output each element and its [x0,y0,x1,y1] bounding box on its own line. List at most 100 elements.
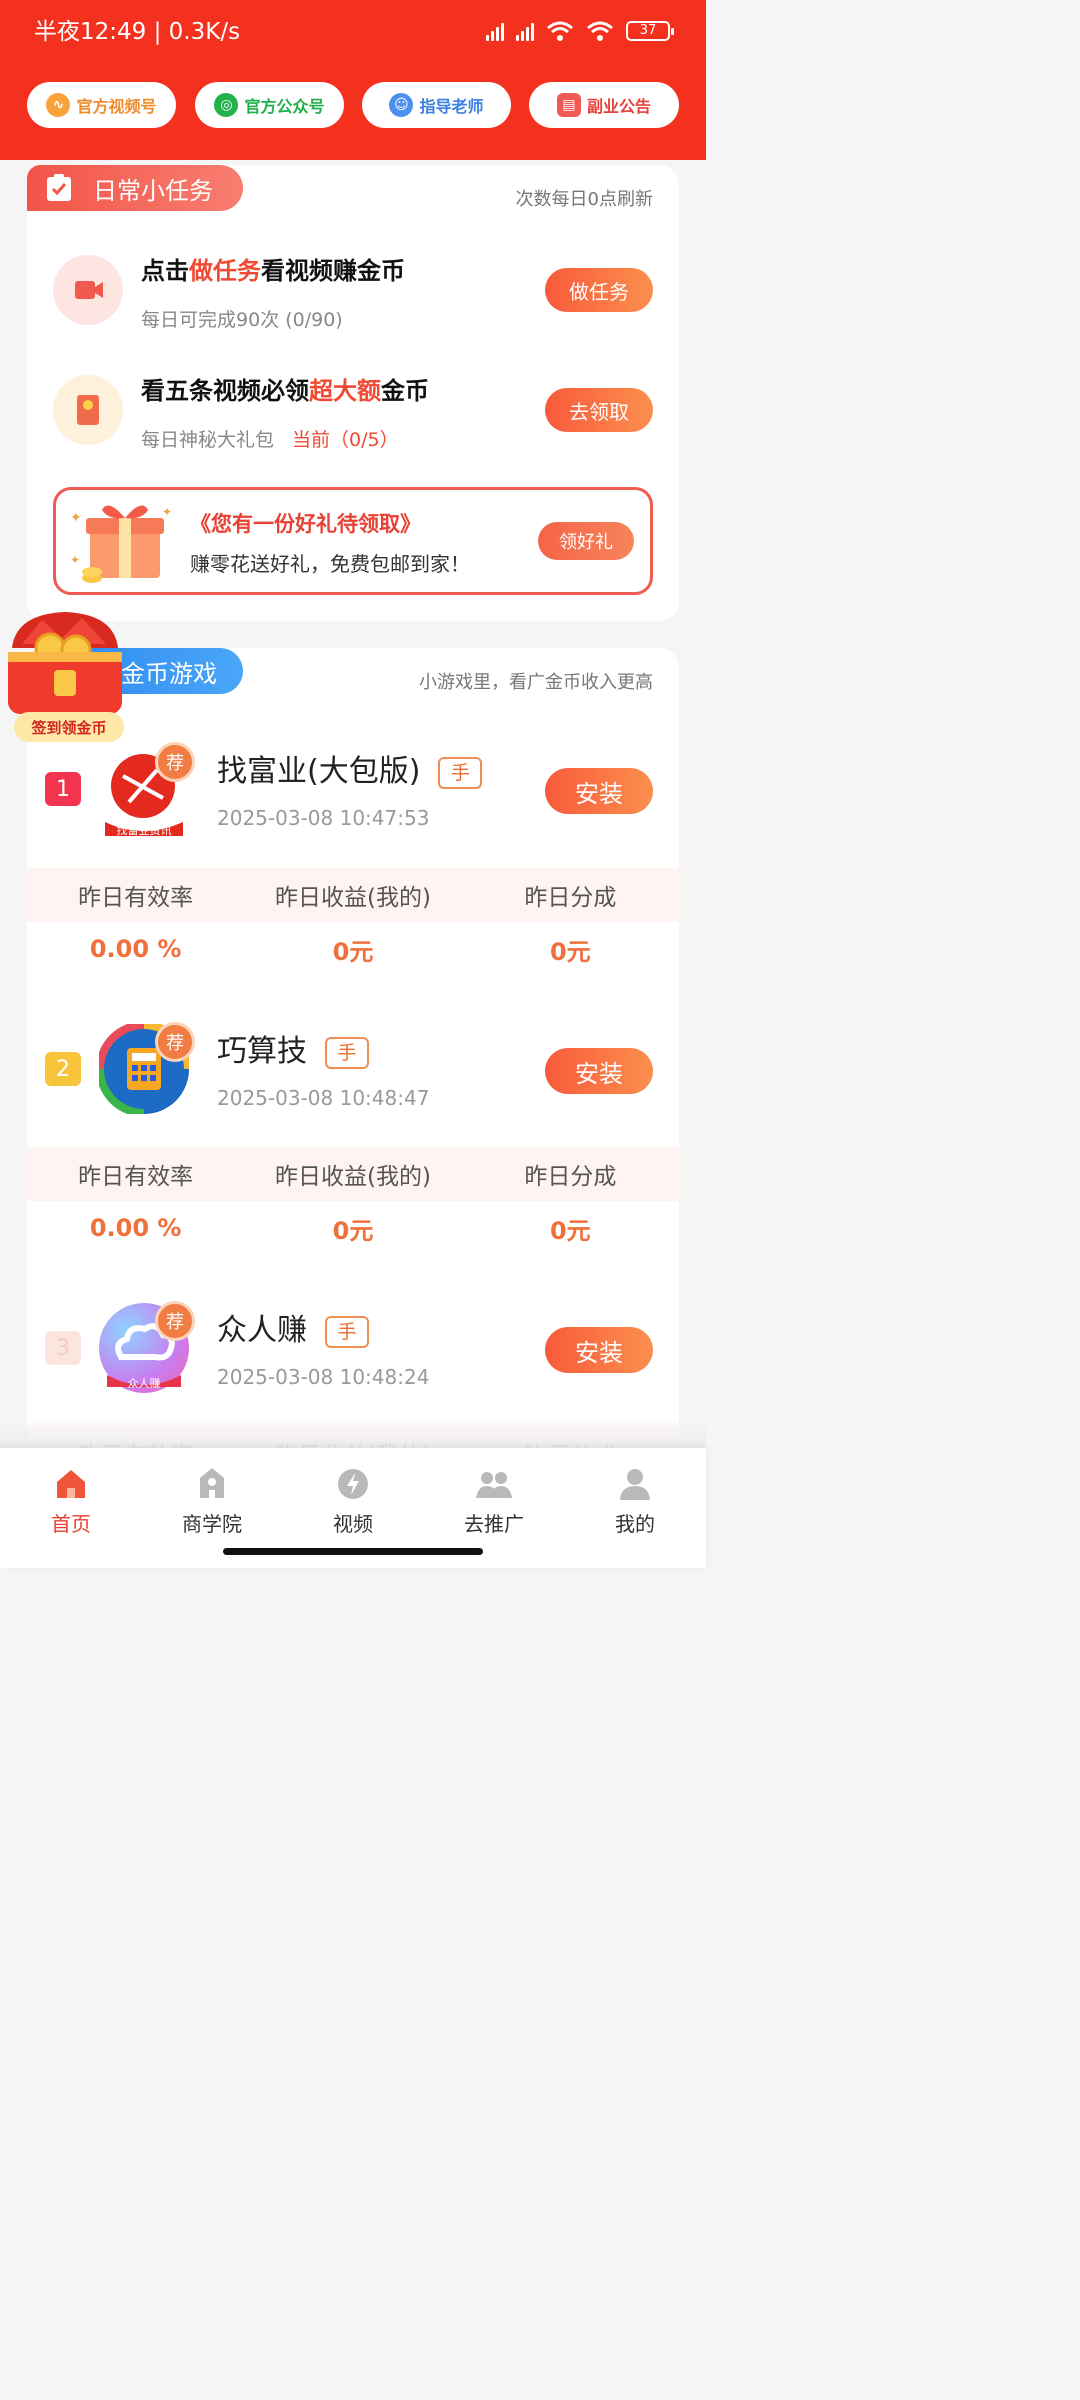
install-button[interactable]: 安装 [545,1327,653,1373]
daily-tasks-tag: 日常小任务 [27,165,243,211]
rank-badge: 3 [45,1331,81,1365]
install-button[interactable]: 安装 [545,768,653,814]
stats-values: 0.00 % 0元 0元 [27,922,679,976]
rank-badge: 1 [45,772,81,806]
tab-home[interactable]: 首页 [21,1466,121,1537]
coin-games-title: 金币游戏 [121,659,217,688]
recommend-badge: 荐 [155,1301,195,1341]
rank-badge: 2 [45,1052,81,1086]
stats-header: 昨日有效率 昨日收益(我的) 昨日分成 [27,868,679,922]
wechat-official-icon: ◎ [214,93,239,117]
stat-label-rate: 昨日有效率 [78,885,194,911]
checkin-label: 签到领金币 [14,712,124,742]
game-item: 2 荐 巧算技手 2025-03-08 10:48:47 安装 [27,1000,679,1148]
task-1-subtitle: 每日可完成90次 (0/90) [141,309,343,331]
do-task-button[interactable]: 做任务 [545,268,653,312]
video-channel-icon: ∿ [46,93,71,117]
stat-label-income: 昨日收益(我的) [275,885,431,911]
tab-school[interactable]: 商学院 [162,1466,262,1537]
game-date: 2025-03-08 10:48:24 [217,1365,430,1389]
task-2-title: 看五条视频必领超大额金币 [141,377,429,405]
stat-share: 0元 [549,1216,591,1245]
coin-games-note: 小游戏里，看广金币收入更高 [419,672,653,693]
stat-label-income: 昨日收益(我的) [275,1164,431,1190]
pill-teacher[interactable]: ☺ 指导老师 [362,82,511,128]
game-name: 找富业(大包版) 手 [217,746,483,790]
tab-label: 视频 [333,1512,373,1536]
pill-announcement[interactable]: ▤ 副业公告 [529,82,679,128]
svg-text:✦: ✦ [162,505,172,519]
task-2-subtitle: 每日神秘大礼包 当前（0/5） [141,429,399,451]
install-button[interactable]: 安装 [545,1048,653,1094]
game-icon-caption: 找富业资讯 [116,824,172,837]
pill-official-account[interactable]: ◎ 官方公众号 [195,82,344,128]
signal-1-icon [486,21,504,41]
game-icon-caption: 众人赚 [127,1377,161,1390]
status-time: 半夜12:49 | 0.3K/s [34,19,241,45]
game-name: 众人赚手 [217,1305,369,1349]
pill-label: 指导老师 [419,97,484,116]
stat-income: 0元 [332,1216,374,1245]
task-1-title: 点击做任务看视频赚金币 [141,257,405,285]
stat-income: 0元 [332,937,374,966]
svg-text:✦: ✦ [70,510,82,526]
tab-video[interactable]: 视频 [303,1466,403,1537]
status-icons: 37 [486,20,674,42]
recommend-badge: 荐 [155,742,195,782]
gift-title: 《您有一份好礼待领取》 [190,512,421,536]
gift-banner[interactable]: ✦ ✦ ✦ 《您有一份好礼待领取》 赚零花送好礼，免费包邮到家！ 领好礼 [53,487,653,595]
signal-2-icon [516,21,534,41]
manual-tag: 手 [325,1315,369,1348]
game-item: 3 众人赚 荐 众人赚手 2025-03-08 10:48:24 安装 [27,1279,679,1427]
gift-box-icon: ✦ ✦ ✦ [70,505,172,583]
daily-tasks-card: 日常小任务 次数每日0点刷新 点击做任务看视频赚金币 每日可完成90次 (0/9… [27,165,679,621]
claim-gift-button[interactable]: 领好礼 [538,522,634,560]
recommend-badge: 荐 [155,1022,195,1062]
pill-label: 副业公告 [586,97,651,116]
daily-tasks-note: 次数每日0点刷新 [515,189,653,210]
stat-label-rate: 昨日有效率 [78,1164,194,1190]
scroll-fade [0,1418,706,1450]
gift-description: 赚零花送好礼，免费包邮到家！ [190,552,470,576]
tab-label: 去推广 [464,1512,524,1536]
claim-button[interactable]: 去领取 [545,388,653,432]
manual-tag: 手 [438,756,483,789]
game-name: 巧算技手 [217,1026,369,1070]
daily-tasks-title: 日常小任务 [93,176,213,205]
stat-rate: 0.00 % [89,935,182,963]
treasure-chest-icon [8,612,122,714]
pill-video-channel[interactable]: ∿ 官方视频号 [27,82,176,128]
red-envelope-icon [53,375,123,445]
stat-label-share: 昨日分成 [524,885,617,911]
announcement-icon: ▤ [556,93,581,117]
video-icon [338,1469,368,1499]
stat-rate: 0.00 % [89,1214,182,1242]
stat-share: 0元 [549,937,591,966]
stats-header: 昨日有效率 昨日收益(我的) 昨日分成 [27,1147,679,1201]
tab-label: 我的 [615,1512,655,1536]
status-bar: 半夜12:49 | 0.3K/s 37 [0,0,706,64]
stats-values: 0.00 % 0元 0元 [27,1201,679,1255]
battery-icon: 37 [626,21,674,41]
tab-label: 首页 [51,1512,91,1536]
wifi-icon-2 [587,21,613,41]
pill-label: 官方视频号 [76,97,157,116]
top-shortcuts: ∿ 官方视频号 ◎ 官方公众号 ☺ 指导老师 ▤ 副业公告 [0,82,706,128]
game-date: 2025-03-08 10:47:53 [217,806,430,830]
manual-tag: 手 [325,1036,369,1069]
video-task-icon [53,255,123,325]
home-indicator[interactable] [223,1548,483,1555]
teacher-avatar-icon: ☺ [389,93,414,117]
task-2-progress: 当前（0/5） [292,429,399,451]
game-date: 2025-03-08 10:48:47 [217,1086,430,1110]
checkin-float-button[interactable]: 签到领金币 [2,608,128,744]
tab-profile[interactable]: 我的 [585,1466,685,1537]
wifi-icon [547,21,573,41]
pill-label: 官方公众号 [244,97,325,116]
tab-promote[interactable]: 去推广 [444,1466,544,1537]
profile-icon [620,1469,650,1500]
stat-label-share: 昨日分成 [524,1164,617,1190]
tab-label: 商学院 [182,1512,242,1536]
home-icon [57,1470,85,1498]
promote-icon [476,1472,512,1498]
